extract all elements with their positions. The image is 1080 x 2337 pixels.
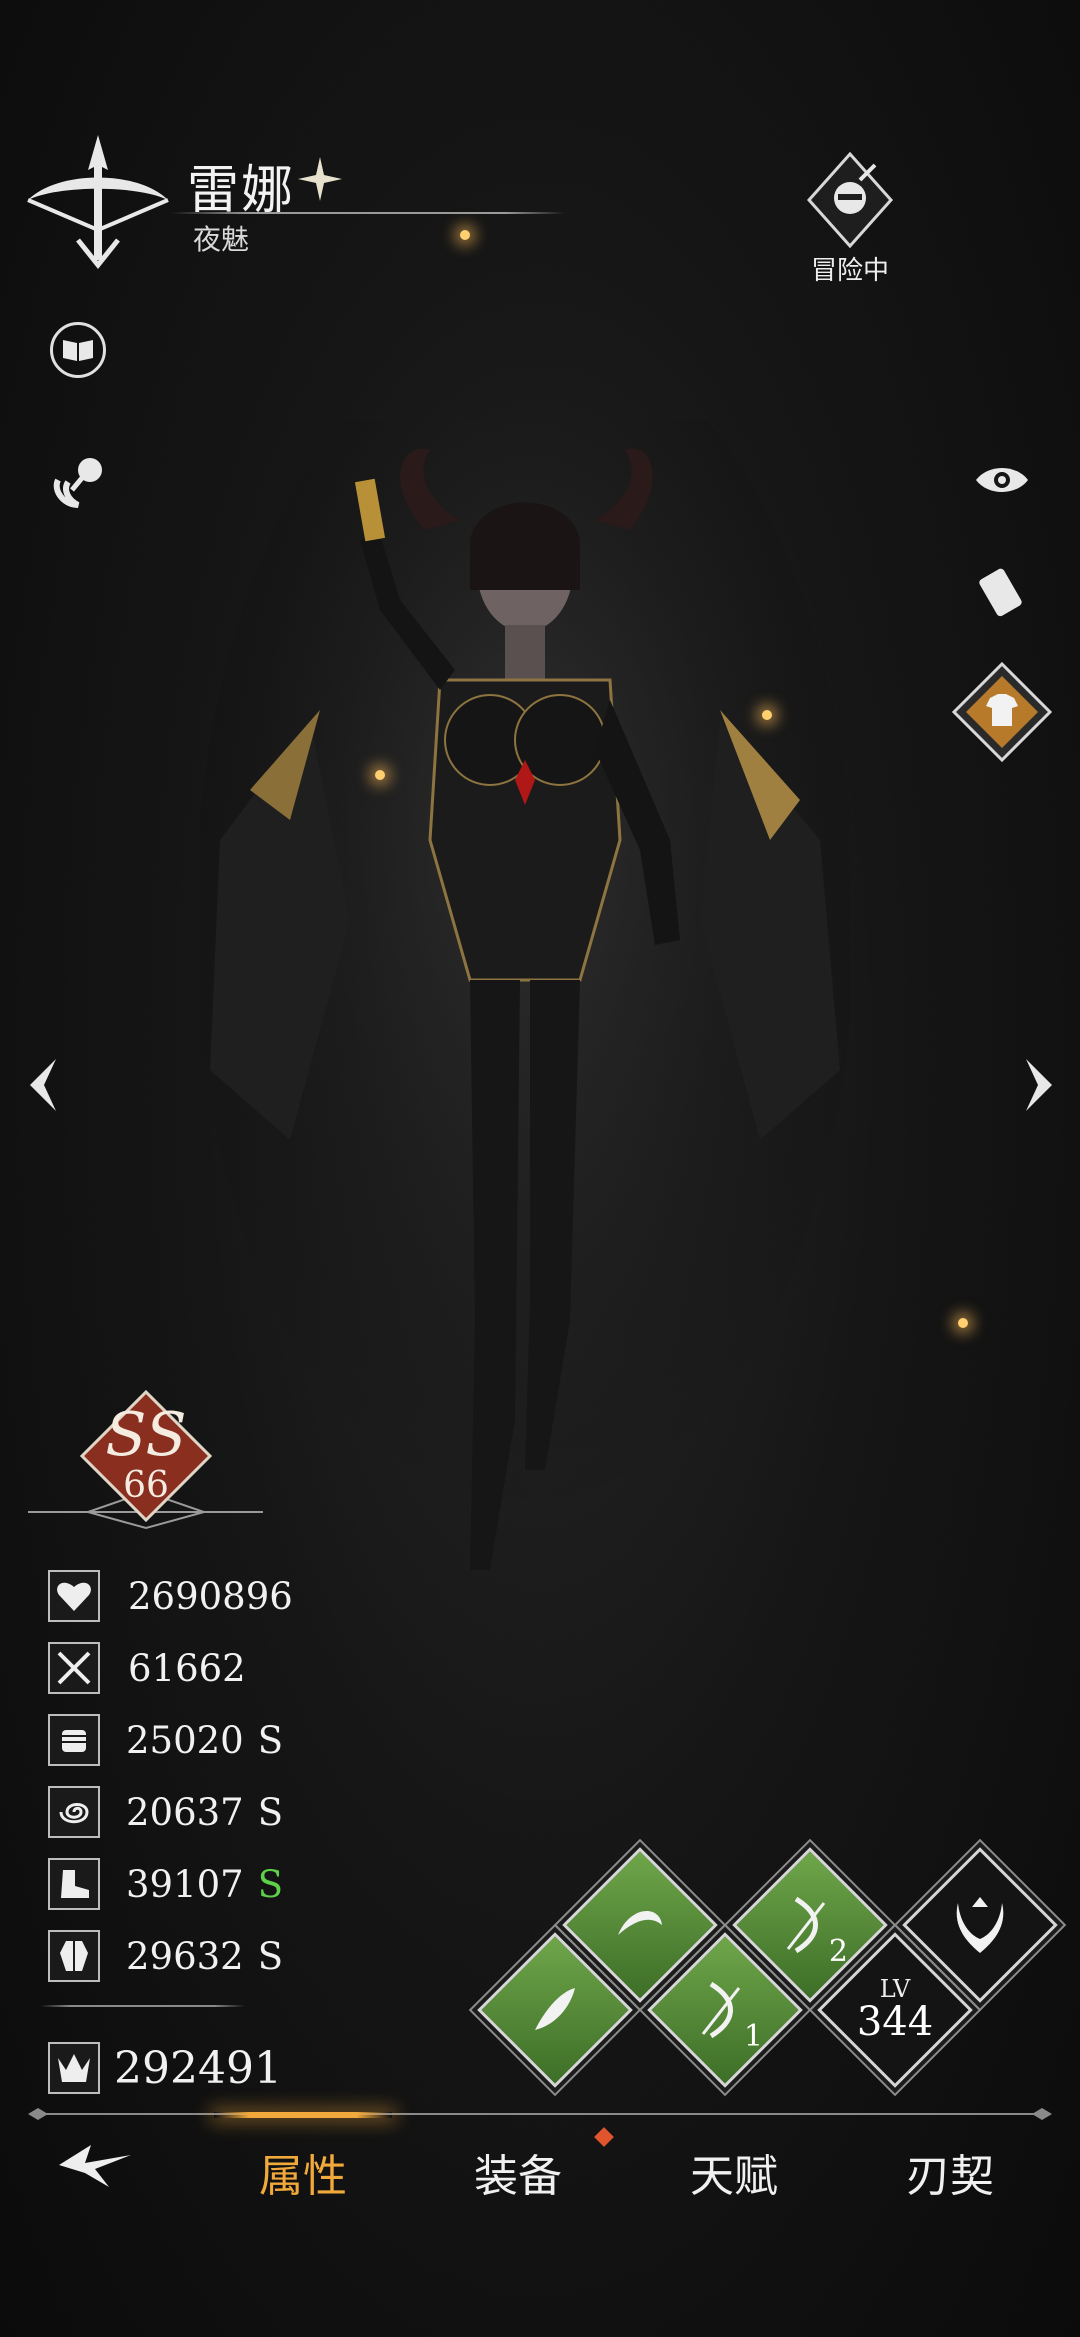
next-character-button[interactable] <box>1020 1055 1060 1115</box>
wave-slash-icon <box>618 1911 662 1935</box>
stat-value: 39107 <box>126 1862 244 1906</box>
stat-row-strength[interactable]: 25020 S <box>48 1712 448 1768</box>
stat-grade: S <box>257 1862 284 1906</box>
tab-talent[interactable]: 天赋 <box>644 2140 824 2204</box>
bottom-nav-divider <box>28 2108 1052 2120</box>
stat-value: 25020 <box>126 1718 244 1762</box>
horned-crest-icon <box>956 1897 1004 1953</box>
stat-value: 29632 <box>126 1934 244 1978</box>
star-icon <box>298 157 342 201</box>
arrow-right-icon <box>1026 1059 1052 1111</box>
torso-icon <box>48 1930 100 1982</box>
tab-blade-pact[interactable]: 刃契 <box>860 2140 1040 2204</box>
skill-number: 1 <box>743 2019 763 2054</box>
card-icon <box>979 568 1022 617</box>
ember-particle <box>762 710 772 720</box>
card-button[interactable] <box>972 565 1032 625</box>
back-arrow-icon <box>59 2145 131 2187</box>
boot-icon <box>48 1858 100 1910</box>
ember-particle <box>958 1318 968 1328</box>
crossbow-class-icon <box>27 135 169 270</box>
crossed-swords-icon <box>48 1642 100 1694</box>
level-prefix: LV <box>879 1975 911 2003</box>
combat-power: 292491 <box>48 2040 448 2096</box>
rank-level: 66 <box>123 1465 169 1506</box>
adventure-status-button[interactable] <box>805 150 895 250</box>
stat-row-mind[interactable]: 20637 S <box>48 1784 448 1840</box>
adventure-status-label: 冒险中 <box>810 256 889 286</box>
previous-character-button[interactable] <box>22 1055 62 1115</box>
header-divider <box>170 212 565 214</box>
back-button[interactable] <box>55 2135 135 2195</box>
book-icon <box>63 340 93 361</box>
tab-attributes[interactable]: 属性 <box>213 2140 393 2204</box>
stat-row-attack[interactable]: 61662 <box>48 1640 448 1696</box>
character-title: 夜魅 <box>193 223 250 256</box>
ember-particle <box>460 230 470 240</box>
book-button[interactable] <box>50 322 106 378</box>
stat-value: 20637 <box>126 1790 244 1834</box>
active-tab-indicator <box>214 2112 392 2118</box>
fist-icon <box>48 1714 100 1766</box>
combat-power-value: 292491 <box>114 2042 282 2094</box>
stat-grade: S <box>257 1790 284 1834</box>
stats-divider <box>40 2005 245 2007</box>
level-value: 344 <box>856 1999 934 2045</box>
rank-grade: SS <box>105 1400 187 1470</box>
outfit-button[interactable] <box>950 660 1054 764</box>
swirl-icon <box>48 1786 100 1838</box>
stat-value: 61662 <box>128 1646 246 1690</box>
heart-icon <box>48 1570 100 1622</box>
stat-value: 2690896 <box>128 1574 293 1618</box>
view-toggle-button[interactable] <box>974 462 1030 498</box>
stat-row-hp[interactable]: 2690896 <box>48 1568 448 1624</box>
voice-button[interactable] <box>48 450 112 514</box>
feather-icon <box>535 1988 575 2030</box>
stat-row-agility[interactable]: 39107 S <box>48 1856 448 1912</box>
stat-row-vitality[interactable]: 29632 S <box>48 1928 448 1984</box>
stat-grade: S <box>257 1718 284 1762</box>
character-model <box>200 420 850 1570</box>
tab-equipment[interactable]: 装备 <box>428 2140 608 2204</box>
stat-grade: S <box>257 1934 284 1978</box>
crown-emblem-icon <box>48 2042 100 2094</box>
ember-particle <box>375 770 385 780</box>
arrow-left-icon <box>30 1059 56 1111</box>
